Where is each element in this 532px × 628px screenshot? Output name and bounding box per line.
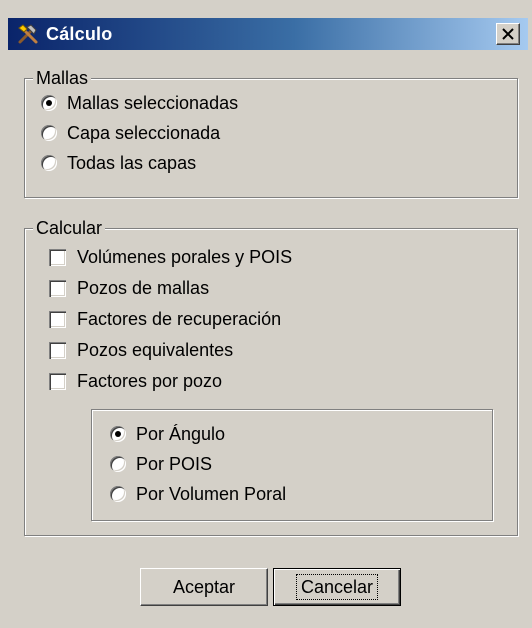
checkbox[interactable]	[49, 341, 66, 359]
radio-button[interactable]	[41, 155, 57, 171]
checkbox[interactable]	[49, 372, 66, 390]
cancel-button-label: Cancelar	[295, 574, 379, 600]
tools-icon	[18, 24, 38, 44]
radio-por-pois[interactable]: Por POIS	[110, 450, 212, 478]
radio-todas-las-capas[interactable]: Todas las capas	[41, 149, 196, 177]
checkbox-factores-de-recuperacion[interactable]: Factores de recuperación	[49, 305, 281, 333]
calcular-group: Calcular Volúmenes porales y POIS Pozos …	[24, 217, 518, 536]
mallas-group: Mallas Mallas seleccionadas Capa selecci…	[24, 67, 518, 198]
checkbox-volumenes-porales[interactable]: Volúmenes porales y POIS	[49, 243, 292, 271]
checkbox-label: Pozos de mallas	[77, 278, 210, 298]
mallas-group-label: Mallas	[33, 67, 92, 89]
checkbox[interactable]	[49, 279, 66, 297]
checkbox[interactable]	[49, 310, 66, 328]
radio-por-volumen-poral[interactable]: Por Volumen Poral	[110, 480, 286, 508]
radio-por-angulo[interactable]: Por Ángulo	[110, 420, 225, 448]
window-title: Cálculo	[46, 23, 113, 44]
radio-label: Todas las capas	[67, 153, 197, 173]
radio-label: Por Volumen Poral	[136, 484, 287, 504]
radio-capa-seleccionada[interactable]: Capa seleccionada	[41, 119, 220, 147]
radio-button[interactable]	[110, 486, 126, 502]
checkbox-label: Volúmenes porales y POIS	[77, 247, 293, 267]
radio-label: Por Ángulo	[136, 424, 226, 444]
radio-label: Capa seleccionada	[67, 123, 221, 143]
close-button[interactable]	[496, 23, 520, 45]
radio-button[interactable]	[110, 456, 126, 472]
factores-sub-group: Por Ángulo Por POIS Por Volumen Poral	[91, 409, 493, 521]
radio-button[interactable]	[41, 125, 57, 141]
title-bar[interactable]: Cálculo	[8, 18, 528, 50]
checkbox-label: Factores por pozo	[77, 371, 223, 391]
checkbox-label: Factores de recuperación	[77, 309, 282, 329]
radio-button-checked[interactable]	[110, 426, 126, 442]
radio-label: Por POIS	[136, 454, 213, 474]
checkbox-pozos-de-mallas[interactable]: Pozos de mallas	[49, 274, 209, 302]
close-icon	[502, 28, 514, 40]
calculo-dialog: Cálculo Mallas Mallas seleccionadas Capa…	[0, 0, 532, 628]
checkbox-pozos-equivalentes[interactable]: Pozos equivalentes	[49, 336, 233, 364]
accept-button-label: Aceptar	[172, 576, 236, 597]
radio-label: Mallas seleccionadas	[67, 93, 239, 113]
checkbox-factores-por-pozo[interactable]: Factores por pozo	[49, 367, 222, 395]
checkbox-label: Pozos equivalentes	[77, 340, 234, 360]
calcular-group-label: Calcular	[33, 217, 106, 239]
checkbox[interactable]	[49, 248, 66, 266]
accept-button[interactable]: Aceptar	[140, 568, 268, 606]
radio-mallas-seleccionadas[interactable]: Mallas seleccionadas	[41, 89, 238, 117]
radio-button-checked[interactable]	[41, 95, 57, 111]
cancel-button[interactable]: Cancelar	[273, 568, 401, 606]
